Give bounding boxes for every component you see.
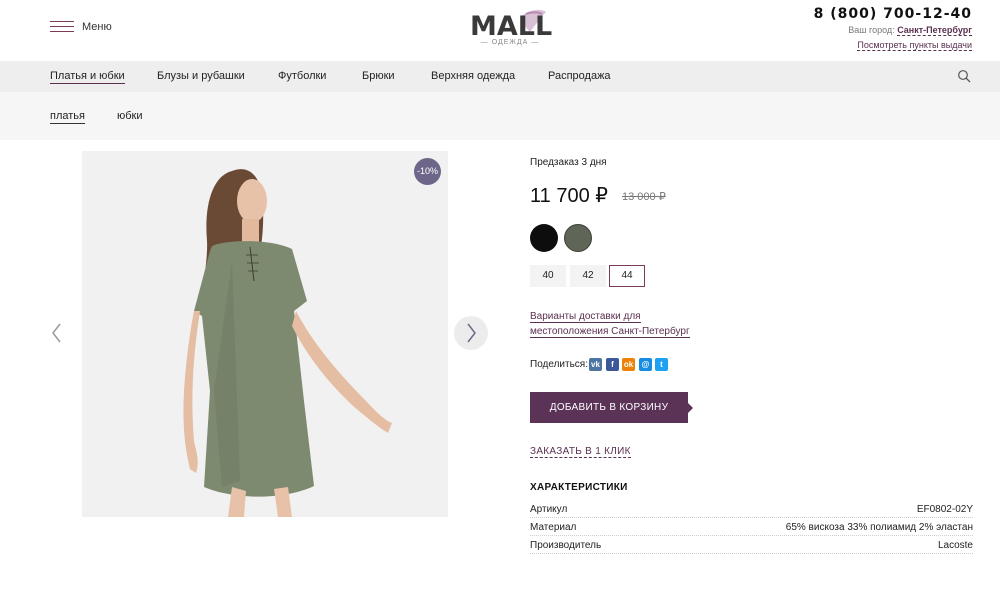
color-swatch-green[interactable] — [564, 224, 592, 252]
characteristic-value: 65% вискоза 33% полиамид 2% эластан — [785, 522, 973, 533]
category-dresses-skirts[interactable]: Платья и юбки — [50, 70, 125, 84]
twitter-icon[interactable]: t — [655, 358, 668, 371]
odnoklassniki-icon[interactable]: ok — [622, 358, 635, 371]
phone-number[interactable]: 8 (800) 700-12-40 — [814, 6, 972, 22]
characteristics-title: ХАРАКТЕРИСТИКИ — [530, 482, 628, 493]
model-photo — [82, 151, 448, 517]
share-label: Поделиться: — [530, 359, 588, 370]
category-tshirts[interactable]: Футболки — [278, 70, 326, 82]
current-price: 11 700 ₽ — [530, 185, 608, 207]
facebook-icon[interactable]: f — [606, 358, 619, 371]
menu-button[interactable]: Меню — [50, 20, 112, 34]
size-option-42[interactable]: 42 — [570, 265, 606, 287]
size-option-40[interactable]: 40 — [530, 265, 566, 287]
chevron-right-icon — [467, 323, 476, 343]
search-icon[interactable] — [957, 69, 971, 83]
subcategory-nav: платья юбки — [0, 92, 1000, 140]
chevron-left-icon[interactable] — [46, 318, 68, 348]
availability-text: Предзаказ 3 дня — [530, 157, 607, 168]
city-line: Ваш город: Санкт-Петербург — [814, 25, 972, 36]
characteristic-key: Материал — [530, 522, 577, 533]
city-selector[interactable]: Санкт-Петербург — [897, 25, 972, 36]
next-image-button[interactable] — [454, 316, 488, 350]
discount-badge: -10% — [414, 158, 441, 185]
delivery-options-link[interactable]: Варианты доставки для местоположения Сан… — [530, 309, 690, 339]
add-to-cart-button[interactable]: ДОБАВИТЬ В КОРЗИНУ — [530, 392, 693, 423]
category-outerwear[interactable]: Верхняя одежда — [431, 70, 515, 82]
characteristic-key: Артикул — [530, 504, 568, 515]
subcategory-skirts[interactable]: юбки — [117, 110, 143, 122]
product-image[interactable] — [82, 151, 448, 517]
site-logo[interactable]: MALL — ОДЕЖДА — — [470, 6, 553, 50]
delivery-line-1: Варианты доставки для — [530, 311, 641, 323]
characteristic-row: Производитель Lacoste — [530, 540, 973, 554]
menu-label: Меню — [82, 21, 112, 33]
characteristic-value: EF0802-02Y — [916, 504, 973, 515]
old-price: 13 000 ₽ — [622, 191, 666, 203]
city-prefix: Ваш город: — [848, 25, 895, 35]
vk-icon[interactable]: vk — [589, 358, 602, 371]
size-option-44[interactable]: 44 — [609, 265, 645, 287]
pickup-points-link[interactable]: Посмотреть пункты выдачи — [857, 40, 972, 51]
characteristic-row: Артикул EF0802-02Y — [530, 504, 973, 518]
site-header: Меню MALL — ОДЕЖДА — 8 (800) 700-12-40 В… — [0, 0, 1000, 61]
category-sale[interactable]: Распродажа — [548, 70, 611, 82]
color-swatch-black[interactable] — [530, 224, 558, 252]
logo-text: MALL — [470, 11, 553, 42]
characteristic-key: Производитель — [530, 540, 602, 551]
moimir-icon[interactable]: @ — [639, 358, 652, 371]
delivery-line-2: местоположения Санкт-Петербург — [530, 326, 690, 338]
hamburger-icon — [50, 20, 74, 34]
logo-subtitle: — ОДЕЖДА — — [480, 39, 540, 46]
category-trousers[interactable]: Брюки — [362, 70, 395, 82]
characteristic-value: Lacoste — [937, 540, 973, 551]
one-click-order-link[interactable]: ЗАКАЗАТЬ В 1 КЛИК — [530, 446, 631, 458]
contacts-block: 8 (800) 700-12-40 Ваш город: Санкт-Петер… — [814, 6, 972, 53]
subcategory-dresses[interactable]: платья — [50, 110, 85, 124]
category-nav: Платья и юбки Блузы и рубашки Футболки Б… — [0, 61, 1000, 92]
characteristic-row: Материал 65% вискоза 33% полиамид 2% эла… — [530, 522, 973, 536]
category-blouses-shirts[interactable]: Блузы и рубашки — [157, 70, 245, 82]
